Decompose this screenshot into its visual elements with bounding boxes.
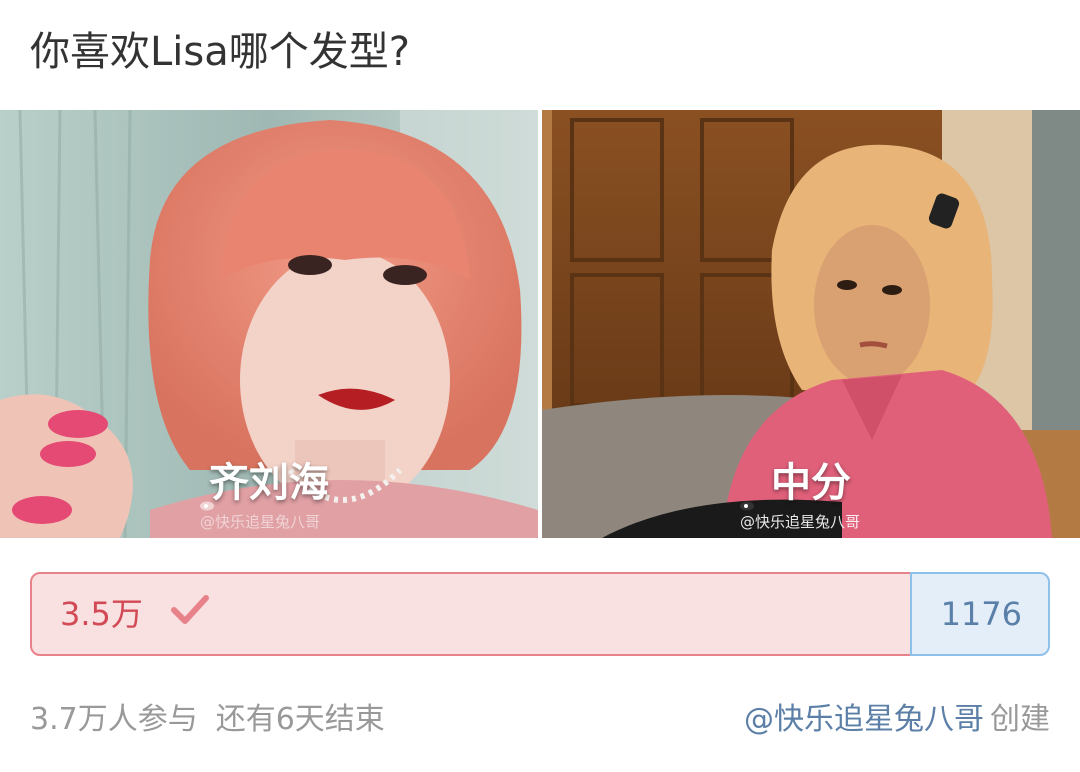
option-a-watermark: @快乐追星兔八哥 — [200, 499, 320, 532]
weibo-icon — [740, 501, 754, 511]
option-b-vote-count: 1176 — [940, 595, 1022, 633]
option-b-image[interactable]: 中分 @快乐追星兔八哥 — [542, 110, 1080, 538]
option-a-vote-count: 3.5万 — [60, 595, 143, 633]
option-a-vote-button[interactable]: 3.5万 — [30, 572, 912, 656]
poll-title: 你喜欢Lisa哪个发型? — [30, 29, 410, 75]
created-label: 创建 — [990, 702, 1050, 737]
creator-link[interactable]: @快乐追星兔八哥 — [744, 702, 984, 737]
weibo-icon — [200, 501, 214, 511]
option-b-watermark: @快乐追星兔八哥 — [740, 499, 860, 532]
poll-stats: 3.7万人参与 还有6天结束 — [30, 700, 385, 740]
vote-result-bar: 3.5万 1176 — [30, 572, 1050, 656]
participant-count: 3.7万人参与 — [30, 702, 198, 737]
option-a-image[interactable]: 齐刘海 @快乐追星兔八哥 — [0, 110, 538, 538]
poll-images: 齐刘海 @快乐追星兔八哥 中分 @快乐追星兔八哥 — [0, 110, 1080, 538]
option-b-vote-button[interactable]: 1176 — [910, 572, 1050, 656]
poll-deadline: 还有6天结束 — [215, 702, 385, 737]
poll-creator-line: @快乐追星兔八哥 创建 — [744, 700, 1050, 740]
check-icon — [171, 595, 209, 624]
